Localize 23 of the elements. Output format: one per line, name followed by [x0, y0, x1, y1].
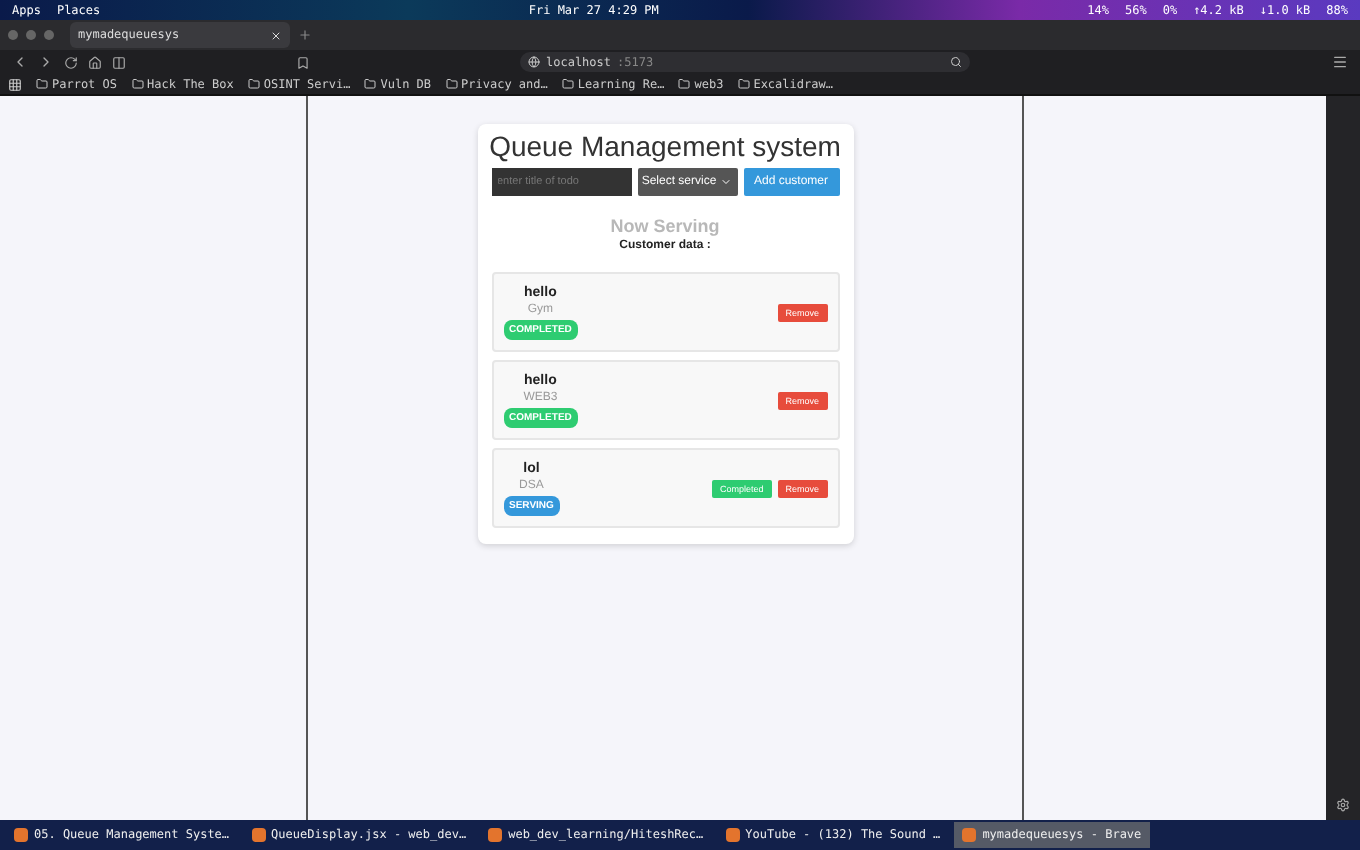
close-icon[interactable]: [270, 29, 282, 41]
search-icon[interactable]: [950, 56, 962, 68]
menu-icon[interactable]: [1332, 54, 1348, 70]
folder-icon: [561, 78, 574, 90]
now-serving-heading: Now Serving: [610, 216, 720, 236]
home-icon[interactable]: [88, 55, 102, 69]
folder-icon: [247, 78, 260, 90]
folder-icon: [131, 78, 144, 90]
caret-icon: [720, 176, 733, 188]
folder-icon: [36, 78, 48, 90]
folder-icon: [364, 78, 377, 90]
bookmark-icon[interactable]: [296, 55, 310, 69]
folder-icon: [678, 78, 691, 90]
page-title: Queue Management system: [489, 130, 841, 162]
forward-icon[interactable]: [38, 54, 54, 70]
apps-icon[interactable]: [8, 77, 22, 91]
sidebar-icon[interactable]: [112, 55, 126, 69]
back-icon[interactable]: [12, 54, 28, 70]
folder-icon: [445, 78, 458, 90]
folder-icon: [737, 78, 750, 90]
settings-icon[interactable]: [1336, 798, 1350, 812]
globe-icon: [528, 56, 540, 68]
reload-icon[interactable]: [64, 55, 78, 69]
